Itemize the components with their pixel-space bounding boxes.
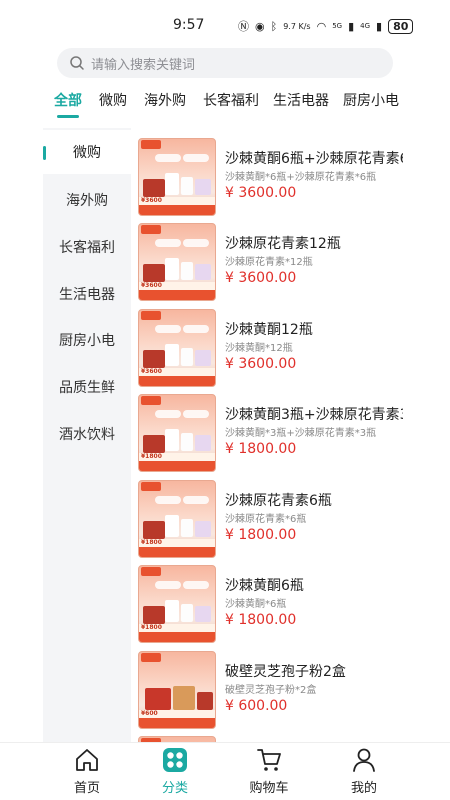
signal-4g-label: 4G — [360, 22, 371, 30]
status-time: 9:57 — [173, 17, 205, 33]
tab-overseas[interactable]: 海外购 — [144, 90, 186, 110]
sidebar: 微购 海外购 长客福利 生活电器 厨房小电 品质生鲜 酒水饮料 — [43, 128, 131, 748]
product-subtitle: 沙棘黄酮*6瓶 — [225, 599, 287, 610]
thumbnail-price: ¥3600 — [141, 197, 162, 204]
sidebar-item-home-appliance[interactable]: 生活电器 — [43, 272, 131, 316]
product-thumbnail: ¥600 — [138, 651, 216, 729]
product-price: ¥ 1800.00 — [225, 441, 297, 457]
nav-cart[interactable]: 购物车 — [239, 747, 299, 799]
signal-icon-2: ▮ — [376, 19, 383, 33]
product-price: ¥ 600.00 — [225, 698, 288, 714]
category-icon — [163, 748, 187, 772]
product-title: 沙棘黄酮12瓶 — [225, 322, 313, 338]
tab-kitchen-appliance[interactable]: 厨房小电 — [343, 90, 399, 110]
status-bar: 9:57 Ⓝ ◉ ᛒ 9.7 K/s ◠ 5G ▮ 4G ▮ 80 — [0, 0, 450, 40]
sidebar-active-indicator — [43, 146, 46, 160]
nav-label: 我的 — [350, 781, 377, 796]
nav-label: 分类 — [161, 781, 188, 796]
tab-changke-welfare[interactable]: 长客福利 — [203, 90, 259, 110]
product-price: ¥ 3600.00 — [225, 185, 297, 201]
product-item[interactable]: ¥1800 沙棘黄酮3瓶+沙棘原花青素3瓶 沙棘黄酮*3瓶+沙棘原花青素*3瓶 … — [131, 384, 408, 472]
product-title: 沙棘原花青素6瓶 — [225, 493, 332, 509]
status-icons: Ⓝ ◉ ᛒ 9.7 K/s ◠ 5G ▮ 4G ▮ 80 — [238, 18, 414, 34]
network-speed: 9.7 K/s — [283, 21, 311, 31]
sidebar-item-fresh-food[interactable]: 品质生鲜 — [43, 365, 131, 409]
signal-5g-label: 5G — [332, 22, 343, 30]
product-price: ¥ 3600.00 — [225, 356, 297, 372]
product-title: 破壁灵芝孢子粉2盒 — [225, 664, 346, 680]
nav-profile[interactable]: 我的 — [334, 747, 394, 799]
product-title: 沙棘原花青素12瓶 — [225, 236, 341, 252]
nav-home[interactable]: 首页 — [57, 747, 117, 799]
search-bar[interactable]: 请输入搜索关键词 — [57, 48, 393, 78]
active-tab-indicator — [57, 115, 79, 118]
tab-home-appliance[interactable]: 生活电器 — [273, 90, 329, 110]
product-title: 沙棘黄酮6瓶+沙棘原花青素6瓶 — [225, 151, 403, 167]
product-subtitle: 沙棘黄酮*6瓶+沙棘原花青素*6瓶 — [225, 172, 377, 183]
nav-category[interactable]: 分类 — [145, 747, 205, 799]
product-thumbnail: ¥3600 — [138, 309, 216, 387]
sidebar-item-label: 海外购 — [66, 193, 108, 209]
product-item[interactable]: ¥3600 沙棘黄酮12瓶 沙棘黄酮*12瓶 ¥ 3600.00 — [131, 299, 408, 387]
product-thumbnail: ¥1800 — [138, 565, 216, 643]
nav-label: 购物车 — [249, 781, 289, 796]
product-price: ¥ 1800.00 — [225, 527, 297, 543]
nav-label: 首页 — [73, 781, 100, 796]
tab-all[interactable]: 全部 — [54, 90, 82, 110]
product-item[interactable]: ¥600 破壁灵芝孢子粉2盒 破壁灵芝孢子粉*2盒 ¥ 600.00 — [131, 641, 408, 729]
product-title: 沙棘黄酮3瓶+沙棘原花青素3瓶 — [225, 407, 403, 423]
product-subtitle: 沙棘黄酮*3瓶+沙棘原花青素*3瓶 — [225, 428, 377, 439]
product-list: ¥3600 沙棘黄酮6瓶+沙棘原花青素6瓶 沙棘黄酮*6瓶+沙棘原花青素*6瓶 … — [131, 128, 408, 748]
sidebar-item-kitchen-appliance[interactable]: 厨房小电 — [43, 318, 131, 362]
product-item[interactable]: ¥1800 沙棘黄酮6瓶 沙棘黄酮*6瓶 ¥ 1800.00 — [131, 555, 408, 643]
product-thumbnail: ¥3600 — [138, 138, 216, 216]
product-item[interactable]: ¥1800 沙棘原花青素6瓶 沙棘原花青素*6瓶 ¥ 1800.00 — [131, 470, 408, 558]
sidebar-item-changke-welfare[interactable]: 长客福利 — [43, 225, 131, 269]
thumbnail-price: ¥3600 — [141, 368, 162, 375]
sidebar-item-label: 微购 — [73, 145, 101, 161]
category-tabs: 全部 微购 海外购 长客福利 生活电器 厨房小电 — [0, 90, 450, 120]
thumbnail-price: ¥1800 — [141, 539, 162, 546]
product-item[interactable]: ¥3600 沙棘原花青素12瓶 沙棘原花青素*12瓶 ¥ 3600.00 — [131, 213, 408, 301]
search-placeholder: 请输入搜索关键词 — [91, 57, 196, 73]
product-price: ¥ 3600.00 — [225, 270, 297, 286]
wifi-icon: ◠ — [316, 19, 327, 33]
cart-icon — [257, 749, 281, 771]
product-thumbnail: ¥1800 — [138, 480, 216, 558]
search-icon — [70, 56, 84, 70]
product-subtitle: 破壁灵芝孢子粉*2盒 — [225, 685, 317, 696]
product-subtitle: 沙棘原花青素*6瓶 — [225, 514, 307, 525]
bluetooth-icon: ᛒ — [270, 19, 278, 33]
sidebar-item-drinks[interactable]: 酒水饮料 — [43, 412, 131, 456]
thumbnail-price: ¥3600 — [141, 282, 162, 289]
sidebar-item-label: 生活电器 — [59, 287, 115, 303]
nfc-icon: Ⓝ — [238, 20, 249, 33]
product-thumbnail: ¥1800 — [138, 394, 216, 472]
profile-icon — [353, 748, 375, 772]
sidebar-item-label: 厨房小电 — [59, 333, 115, 349]
thumbnail-price: ¥1800 — [141, 453, 162, 460]
battery-indicator: 80 — [388, 18, 414, 34]
thumbnail-price: ¥600 — [141, 710, 158, 717]
product-price: ¥ 1800.00 — [225, 612, 297, 628]
sidebar-item-label: 酒水饮料 — [59, 427, 115, 443]
thumbnail-price: ¥1800 — [141, 624, 162, 631]
product-subtitle: 沙棘原花青素*12瓶 — [225, 257, 313, 268]
home-icon — [76, 749, 98, 771]
signal-icon: ▮ — [348, 19, 355, 33]
sidebar-item-label: 品质生鲜 — [59, 380, 115, 396]
bottom-nav: 首页 分类 购物车 我的 — [0, 742, 450, 800]
sidebar-item-weigou[interactable]: 微购 — [43, 130, 131, 174]
product-thumbnail: ¥3600 — [138, 223, 216, 301]
product-item[interactable]: ¥3600 沙棘黄酮6瓶+沙棘原花青素6瓶 沙棘黄酮*6瓶+沙棘原花青素*6瓶 … — [131, 128, 408, 216]
sidebar-item-label: 长客福利 — [59, 240, 115, 256]
tab-weigou[interactable]: 微购 — [99, 90, 127, 110]
sidebar-item-overseas[interactable]: 海外购 — [43, 178, 131, 222]
eye-icon: ◉ — [255, 19, 265, 33]
product-title: 沙棘黄酮6瓶 — [225, 578, 304, 594]
product-subtitle: 沙棘黄酮*12瓶 — [225, 343, 293, 354]
